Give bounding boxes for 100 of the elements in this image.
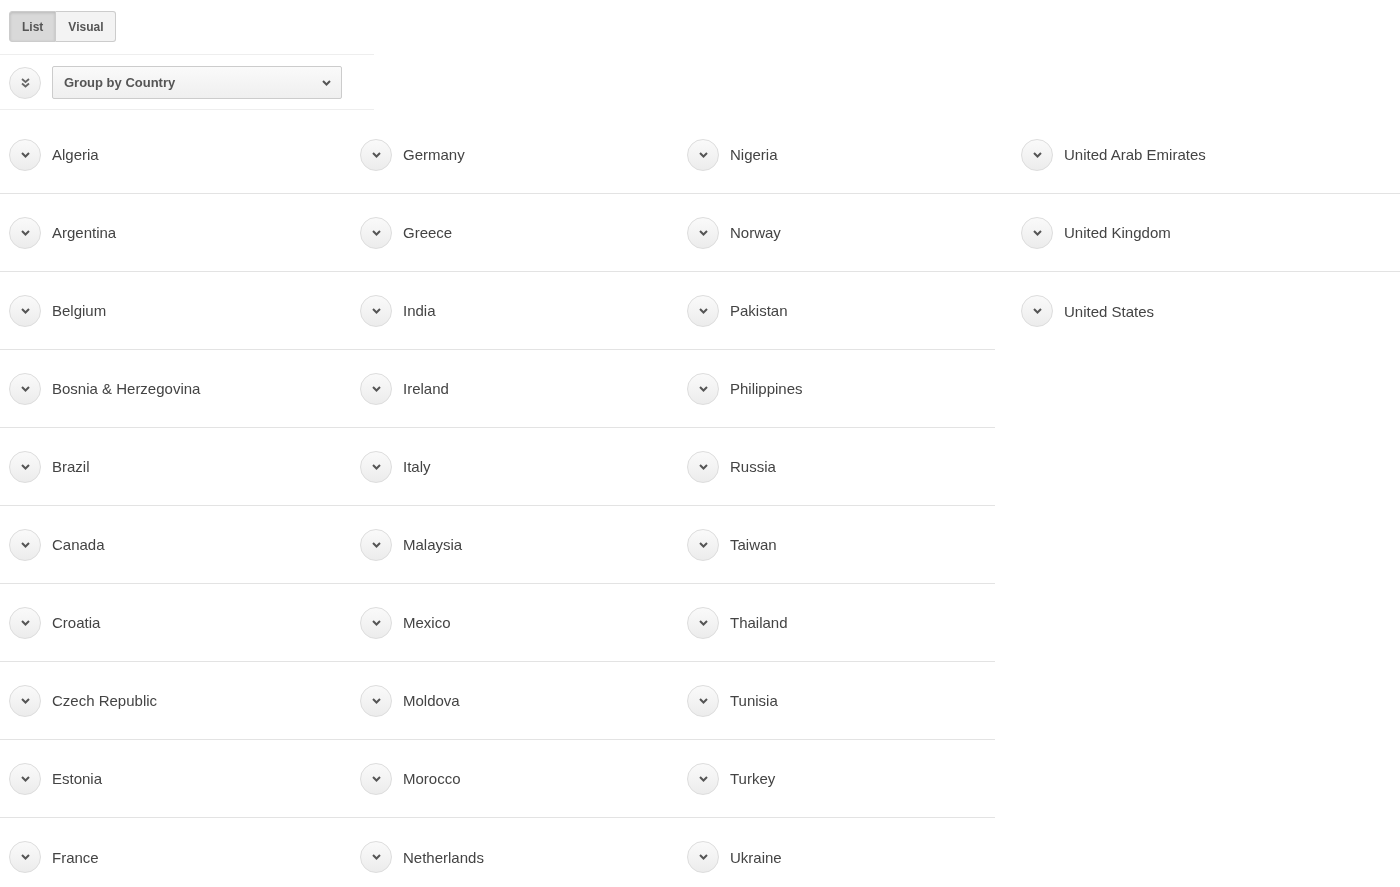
expand-button[interactable] <box>360 294 392 327</box>
chevron-icon <box>371 697 381 704</box>
expand-button[interactable] <box>1021 216 1053 249</box>
country-name: Belgium <box>52 302 107 319</box>
expand-button[interactable] <box>687 841 719 873</box>
country-name: Brazil <box>52 458 90 475</box>
chevron-icon <box>20 307 30 314</box>
chevron-icon <box>698 229 708 236</box>
expand-button[interactable] <box>687 528 719 561</box>
chevron-icon <box>698 775 708 782</box>
country-name: Ireland <box>403 380 449 397</box>
chevron-icon <box>698 541 708 548</box>
expand-button[interactable] <box>360 528 392 561</box>
country-name: Turkey <box>730 770 776 787</box>
country-name: Thailand <box>730 614 788 631</box>
chevron-icon <box>1032 151 1042 158</box>
country-name: Croatia <box>52 614 101 631</box>
expand-button[interactable] <box>687 216 719 249</box>
country-name: Italy <box>403 458 431 475</box>
expand-button[interactable] <box>360 372 392 405</box>
country-name: Canada <box>52 536 105 553</box>
chevron-icon <box>20 385 30 392</box>
country-name: Malaysia <box>403 536 463 553</box>
expand-button[interactable] <box>687 762 719 795</box>
chevron-icon <box>20 775 30 782</box>
chevron-icon <box>371 619 381 626</box>
country-name: Ukraine <box>730 848 782 866</box>
expand-button[interactable] <box>9 216 41 249</box>
country-name: Bosnia & Herzegovina <box>52 380 201 397</box>
expand-button[interactable] <box>687 606 719 639</box>
country-name: Russia <box>730 458 776 475</box>
country-name: United States <box>1064 302 1155 320</box>
country-name: Algeria <box>52 146 99 163</box>
expand-button[interactable] <box>9 841 41 873</box>
collapse-all-button[interactable] <box>9 66 41 99</box>
country-name: Argentina <box>52 224 117 241</box>
expand-button[interactable] <box>9 684 41 717</box>
expand-button[interactable] <box>9 372 41 405</box>
country-name: India <box>403 302 436 319</box>
country-name: Taiwan <box>730 536 777 553</box>
chevron-icon <box>371 775 381 782</box>
chevron-icon <box>20 229 30 236</box>
chevron-icon <box>371 229 381 236</box>
country-name: Greece <box>403 224 453 241</box>
country-name: Pakistan <box>730 302 788 319</box>
country-name: Germany <box>403 146 465 163</box>
expand-button[interactable] <box>9 450 41 483</box>
expand-button[interactable] <box>687 372 719 405</box>
country-name: Norway <box>730 224 781 241</box>
expand-button[interactable] <box>360 762 392 795</box>
chevron-icon <box>698 385 708 392</box>
expand-button[interactable] <box>687 294 719 327</box>
chevron-icon <box>1032 308 1042 314</box>
expand-button[interactable] <box>1021 295 1053 327</box>
chevron-icon <box>371 385 381 392</box>
country-name: Czech Republic <box>52 692 158 709</box>
country-name: Tunisia <box>730 692 778 709</box>
expand-button[interactable] <box>687 450 719 483</box>
country-name: United Arab Emirates <box>1064 146 1206 163</box>
chevron-icon <box>698 307 708 314</box>
expand-button[interactable] <box>360 138 392 171</box>
country-name: Estonia <box>52 770 103 787</box>
expand-button[interactable] <box>360 450 392 483</box>
expand-button[interactable] <box>687 138 719 171</box>
expand-button[interactable] <box>9 606 41 639</box>
chevron-icon <box>322 79 331 86</box>
country-name: Nigeria <box>730 146 778 163</box>
chevron-icon <box>698 151 708 158</box>
double-chevron-icon <box>20 77 30 88</box>
chevron-icon <box>371 463 381 470</box>
chevron-icon <box>698 854 708 860</box>
country-name: United Kingdom <box>1064 224 1171 241</box>
expand-button[interactable] <box>1021 138 1053 171</box>
expand-button[interactable] <box>9 762 41 795</box>
chevron-icon <box>20 541 30 548</box>
expand-button[interactable] <box>360 606 392 639</box>
chevron-icon <box>371 854 381 860</box>
country-name: Netherlands <box>403 848 484 866</box>
view-tab[interactable]: Visual <box>56 11 117 42</box>
country-name: Morocco <box>403 770 461 787</box>
country-name: France <box>52 848 99 866</box>
view-tab[interactable]: List <box>9 11 57 42</box>
country-name: Moldova <box>403 692 460 709</box>
chevron-icon <box>698 463 708 470</box>
expand-button[interactable] <box>360 684 392 717</box>
country-name: Mexico <box>403 614 451 631</box>
chevron-icon <box>371 151 381 158</box>
expand-button[interactable] <box>360 216 392 249</box>
expand-button[interactable] <box>687 684 719 717</box>
chevron-icon <box>698 619 708 626</box>
expand-button[interactable] <box>9 138 41 171</box>
expand-button[interactable] <box>360 841 392 873</box>
chevron-icon <box>20 619 30 626</box>
chevron-icon <box>20 854 30 860</box>
chevron-icon <box>20 463 30 470</box>
expand-button[interactable] <box>9 294 41 327</box>
group-by-dropdown[interactable]: Group by Country <box>52 66 342 99</box>
expand-button[interactable] <box>9 528 41 561</box>
chevron-icon <box>20 697 30 704</box>
chevron-icon <box>698 697 708 704</box>
